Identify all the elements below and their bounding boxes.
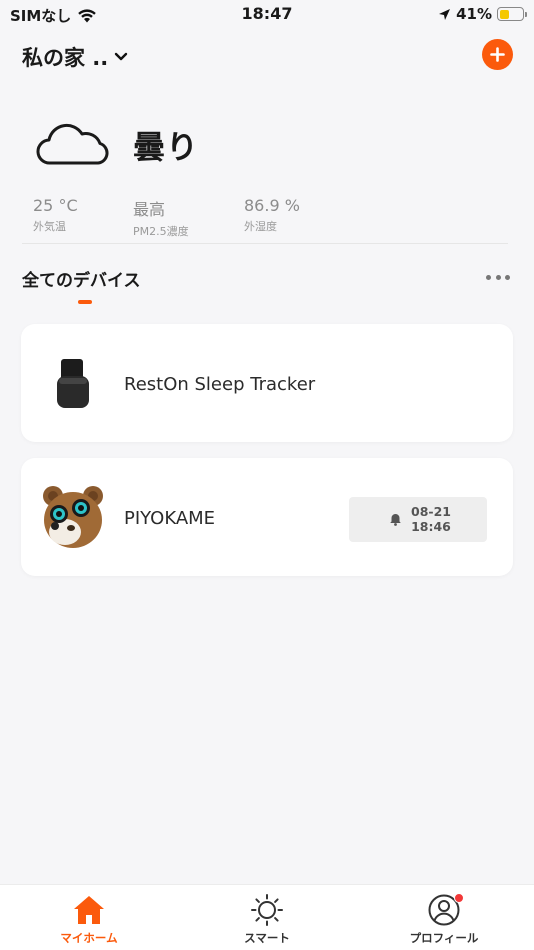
stat-value: 86.9 %: [244, 196, 300, 215]
stat-value: 25 °C: [33, 196, 78, 215]
stat-label: 外湿度: [244, 220, 277, 233]
battery-icon: [497, 7, 527, 21]
outdoor-temperature: 25 °C 外気温: [33, 196, 78, 234]
plus-icon: [490, 47, 505, 62]
stat-label: PM2.5濃度: [133, 225, 189, 238]
status-bar: SIMなし 18:47 41%: [0, 0, 534, 30]
tab-all-devices[interactable]: 全てのデバイス: [22, 266, 141, 291]
alert-time: 18:46: [411, 519, 451, 534]
tab-label: プロフィール: [409, 931, 479, 945]
home-selector[interactable]: 私の家 ..: [22, 42, 128, 72]
status-right: 41%: [438, 5, 527, 23]
sun-icon: [251, 894, 283, 926]
device-card-reston[interactable]: RestOn Sleep Tracker: [21, 324, 513, 442]
alert-timestamp: 08-21 18:46: [411, 504, 451, 534]
sleep-tracker-device-image: [57, 359, 89, 408]
weather-condition: 曇り: [133, 128, 200, 166]
bear-robot-image: [43, 486, 103, 548]
tab-bar: マイホーム スマート プロフィール: [0, 884, 534, 950]
location-arrow-icon: [439, 8, 451, 20]
stat-label: 外気温: [33, 220, 66, 233]
tab-profile[interactable]: プロフィール: [374, 893, 514, 946]
battery-level: [499, 9, 509, 19]
notification-badge: [454, 893, 464, 903]
dot-icon: [495, 274, 501, 280]
last-alert-chip[interactable]: 08-21 18:46: [349, 497, 487, 542]
device-card-piyokame[interactable]: PIYOKAME 08-21 18:46: [21, 458, 513, 576]
outdoor-humidity: 86.9 % 外湿度: [244, 196, 300, 234]
add-device-button[interactable]: [482, 39, 513, 70]
tab-label: マイホーム: [60, 931, 118, 945]
divider: [22, 243, 508, 244]
home-icon: [74, 896, 104, 924]
stat-value: 最高: [133, 200, 166, 219]
battery-percent: 41%: [456, 5, 492, 23]
tab-label: スマート: [244, 931, 290, 945]
chevron-down-icon: [115, 52, 128, 61]
device-name: PIYOKAME: [124, 508, 216, 529]
active-tab-indicator: [78, 300, 92, 304]
device-name: RestOn Sleep Tracker: [124, 374, 316, 395]
more-options-button[interactable]: [486, 270, 510, 284]
cloud-icon: [36, 124, 109, 165]
pm25-level: 最高 PM2.5濃度: [133, 196, 189, 239]
bell-icon: [390, 514, 401, 526]
alert-date: 08-21: [411, 504, 451, 519]
dot-icon: [505, 274, 510, 280]
tab-my-home[interactable]: マイホーム: [19, 893, 159, 946]
home-name: 私の家 ..: [22, 46, 109, 70]
dot-icon: [486, 274, 491, 280]
tab-smart[interactable]: スマート: [197, 893, 337, 946]
